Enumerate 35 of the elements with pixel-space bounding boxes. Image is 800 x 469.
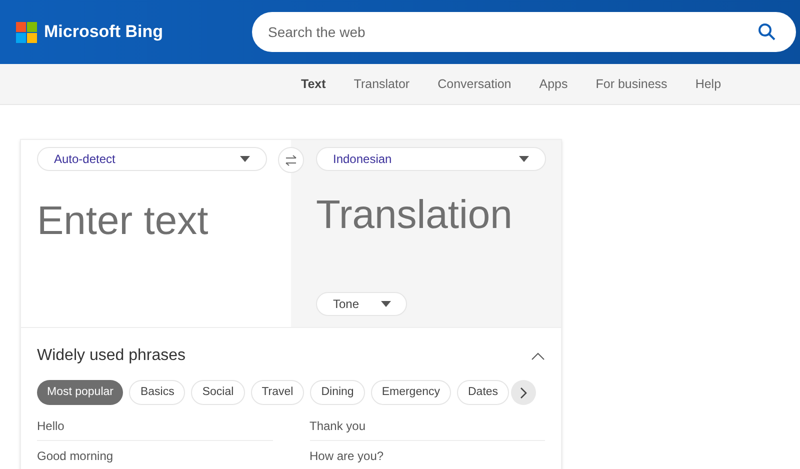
phrase-item[interactable]: How are you? bbox=[310, 447, 384, 465]
caret-icon bbox=[519, 156, 529, 162]
section-title: Widely used phrases bbox=[37, 346, 186, 366]
search-icon[interactable] bbox=[758, 23, 776, 41]
nav-tab[interactable]: Text bbox=[301, 74, 326, 94]
search-field[interactable]: Search the web bbox=[252, 12, 796, 52]
category-chip[interactable]: Emergency bbox=[370, 380, 451, 405]
category-chip[interactable]: Social bbox=[191, 380, 245, 405]
nav-tab[interactable]: Conversation bbox=[438, 74, 512, 94]
nav-tab[interactable]: Translator bbox=[354, 74, 410, 94]
category-chip[interactable]: Basics bbox=[129, 380, 186, 405]
brand-name: Microsoft Bing bbox=[44, 21, 164, 44]
swap-icon bbox=[285, 154, 297, 166]
nav-tab[interactable]: For business bbox=[596, 74, 668, 94]
nav-tab[interactable]: Help bbox=[695, 74, 722, 94]
phrase-item[interactable]: Good morning bbox=[37, 447, 114, 465]
chevron-right-icon bbox=[520, 386, 528, 398]
tone-dropdown[interactable]: Tone bbox=[316, 292, 407, 316]
nav-tab[interactable]: Apps bbox=[539, 74, 568, 94]
swap-button[interactable] bbox=[278, 147, 304, 173]
phrase-item[interactable]: Thank you bbox=[310, 416, 366, 434]
windows-logo-icon bbox=[16, 22, 37, 42]
phrase-item[interactable]: Hello bbox=[37, 416, 64, 434]
input-field[interactable]: Enter text bbox=[37, 191, 277, 251]
translation-output: Translation bbox=[316, 192, 514, 239]
category-chip[interactable]: Most popular bbox=[37, 380, 124, 405]
chevron-up-icon[interactable] bbox=[531, 352, 545, 360]
language-dropdown[interactable]: Auto-detect bbox=[37, 147, 267, 171]
language-dropdown[interactable]: Indonesian bbox=[316, 147, 546, 171]
category-chip[interactable]: Dates bbox=[457, 380, 510, 405]
category-chip[interactable]: Dining bbox=[310, 380, 365, 405]
scroll-right-button[interactable] bbox=[511, 380, 536, 405]
caret-icon bbox=[240, 156, 250, 162]
caret-icon bbox=[381, 301, 391, 307]
category-chip[interactable]: Travel bbox=[250, 380, 304, 405]
